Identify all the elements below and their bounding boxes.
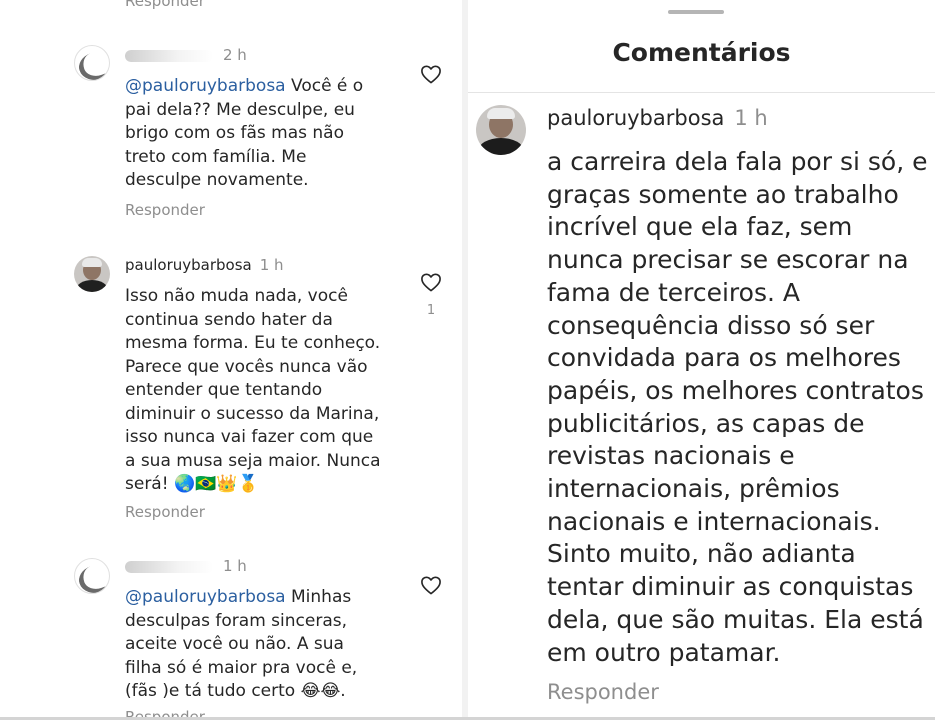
reply-button[interactable]: Responder (547, 680, 659, 704)
comment-time: 1 h (223, 557, 247, 575)
avatar[interactable] (476, 105, 526, 155)
title-divider (468, 92, 935, 93)
like-count: 1 (426, 303, 436, 318)
avatar-hair-shape (487, 108, 515, 119)
comment-header: 1 h (125, 557, 247, 575)
reply-button[interactable]: Responder (125, 503, 205, 521)
comment-header: pauloruybarbosa 1 h (125, 256, 284, 274)
mention-link[interactable]: @pauloruybarbosa (125, 76, 286, 96)
comment-text: @pauloruybarbosa Minhas desculpas foram … (125, 586, 425, 704)
blurred-username[interactable] (125, 49, 213, 62)
avatar-body-shape (478, 138, 524, 155)
avatar[interactable] (74, 558, 110, 594)
comment-text: Isso não muda nada, você continua sendo … (125, 285, 425, 497)
heart-icon[interactable] (420, 272, 442, 292)
left-comments-panel: Responder 2 h @pauloruybarbosa Você é o … (0, 0, 462, 720)
blurred-username[interactable] (125, 560, 213, 573)
avatar-hair-shape (82, 258, 102, 267)
avatar-body-shape (76, 280, 108, 292)
comment-header: 2 h (125, 46, 247, 64)
comment-time: 1 h (259, 256, 284, 274)
comment-time: 1 h (734, 106, 768, 130)
reply-button[interactable]: Responder (125, 0, 205, 10)
comment-time: 2 h (223, 46, 247, 64)
mention-link[interactable]: @pauloruybarbosa (125, 587, 286, 607)
comment-text: @pauloruybarbosa Você é o pai dela?? Me … (125, 75, 425, 193)
sheet-drag-handle[interactable] (668, 10, 724, 14)
avatar[interactable] (74, 45, 110, 81)
username[interactable]: pauloruybarbosa (547, 106, 724, 130)
heart-icon[interactable] (420, 64, 442, 84)
comment-header: pauloruybarbosa 1 h (547, 106, 768, 130)
comment-body: Isso não muda nada, você continua sendo … (125, 286, 381, 494)
username[interactable]: pauloruybarbosa (125, 256, 252, 274)
reply-button[interactable]: Responder (125, 201, 205, 219)
avatar-swoosh-icon (75, 46, 109, 80)
avatar[interactable] (74, 256, 110, 292)
right-comments-sheet: Comentários pauloruybarbosa 1 h a carreir… (468, 0, 935, 720)
comment-text: a carreira dela fala por si só, e graças… (547, 147, 928, 667)
sheet-title: Comentários (612, 38, 791, 67)
heart-icon[interactable] (420, 575, 442, 595)
avatar-swoosh-icon (75, 559, 109, 593)
